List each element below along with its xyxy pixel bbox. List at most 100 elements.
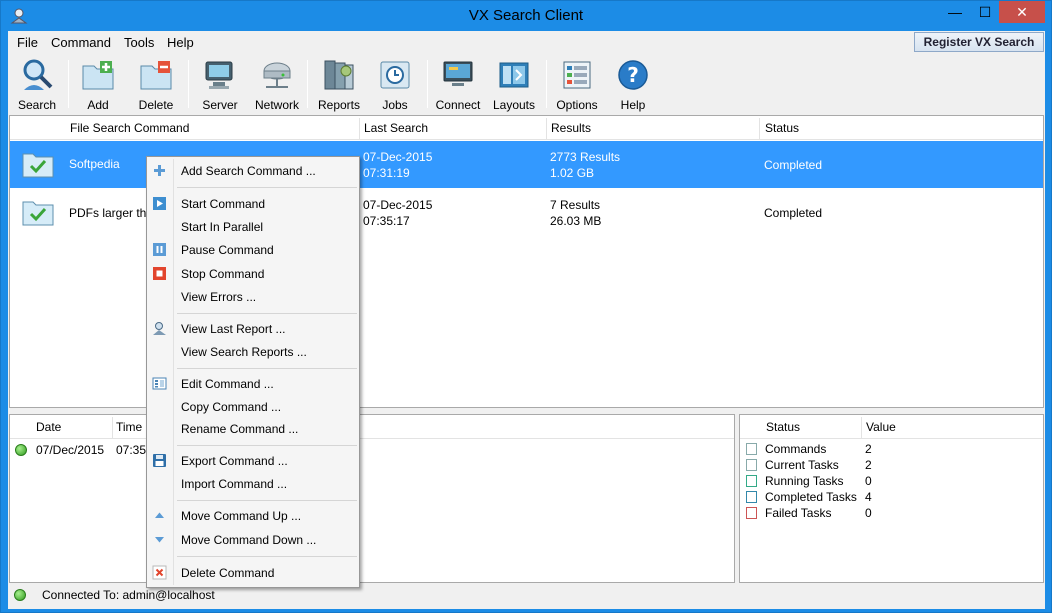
toolbar-add-button[interactable]: Add: [70, 56, 126, 112]
column-header-date[interactable]: Date: [36, 415, 61, 439]
network-icon: [263, 62, 291, 88]
column-header-value[interactable]: Value: [866, 415, 896, 439]
stat-row: Running Tasks 0: [740, 473, 1043, 489]
column-divider[interactable]: [359, 118, 360, 140]
toolbar-server-button[interactable]: Server: [192, 56, 248, 112]
column-divider[interactable]: [861, 417, 862, 439]
layouts-icon: [499, 62, 529, 88]
stat-label: Running Tasks: [765, 474, 844, 488]
status-bar: Connected To: admin@localhost: [8, 585, 1045, 607]
toolbar-separator: [188, 60, 189, 108]
commands-icon: [746, 443, 757, 455]
title-bar[interactable]: VX Search Client — ☐ ✕: [1, 1, 1051, 31]
results-size: 1.02 GB: [550, 166, 595, 180]
menu-item-view-last-report[interactable]: View Last Report ...: [147, 318, 359, 340]
menu-file[interactable]: File: [17, 35, 38, 50]
column-divider[interactable]: [112, 417, 113, 439]
toolbar-add-label: Add: [87, 98, 109, 112]
stat-row: Current Tasks 2: [740, 457, 1043, 473]
menu-item-move-command-down[interactable]: Move Command Down ...: [147, 529, 359, 551]
column-header-results[interactable]: Results: [551, 116, 591, 140]
menu-item-label: View Errors ...: [181, 290, 257, 304]
search-icon: [23, 59, 53, 90]
menu-command[interactable]: Command: [51, 35, 111, 50]
stop-icon: [153, 267, 166, 280]
menu-item-rename-command[interactable]: Rename Command ...: [147, 418, 359, 440]
maximize-button[interactable]: ☐: [971, 1, 999, 23]
column-header-time[interactable]: Time: [116, 415, 142, 439]
menu-item-move-command-up[interactable]: Move Command Up ...: [147, 505, 359, 527]
menu-item-add-search-command[interactable]: Add Search Command ...: [147, 160, 359, 182]
folder-check-icon: [22, 201, 54, 226]
menu-separator: [177, 556, 357, 557]
toolbar-connect-button[interactable]: Connect: [430, 56, 486, 112]
menu-item-label: View Search Reports ...: [181, 345, 307, 359]
toolbar-separator: [307, 60, 308, 108]
play-icon: [153, 197, 166, 210]
pause-icon: [153, 243, 166, 256]
running-tasks-icon: [746, 475, 757, 487]
failed-tasks-icon: [746, 507, 757, 519]
column-header-command[interactable]: File Search Command: [70, 116, 189, 140]
command-status: Completed: [764, 206, 823, 220]
register-button[interactable]: Register VX Search: [914, 32, 1044, 52]
current-tasks-icon: [746, 459, 757, 471]
toolbar-jobs-button[interactable]: Jobs: [367, 56, 423, 112]
edit-icon: [152, 377, 167, 390]
results-count: 2773 Results: [550, 150, 621, 164]
log-row[interactable]: 07/Dec/2015 07:35:: [10, 440, 734, 460]
last-search-time: 07:35:17: [363, 214, 410, 228]
column-header-status[interactable]: Status: [765, 116, 799, 140]
menu-item-import-command[interactable]: Import Command ...: [147, 473, 359, 495]
menu-item-delete-command[interactable]: Delete Command: [147, 562, 359, 584]
toolbar-delete-button[interactable]: Delete: [128, 56, 184, 112]
delete-folder-icon: [140, 61, 172, 90]
column-header-status[interactable]: Status: [766, 415, 800, 439]
menu-item-label: Move Command Up ...: [181, 509, 302, 523]
app-window: VX Search Client — ☐ ✕ File Command Tool…: [0, 0, 1052, 613]
minimize-button[interactable]: —: [941, 1, 969, 23]
toolbar-separator: [68, 60, 69, 108]
column-divider[interactable]: [759, 118, 760, 140]
status-ok-icon: [15, 444, 27, 456]
toolbar-search-label: Search: [17, 98, 57, 112]
connection-status-icon: [14, 589, 26, 601]
toolbar-network-button[interactable]: Network: [249, 56, 305, 112]
menu-tools[interactable]: Tools: [124, 35, 154, 50]
close-button[interactable]: ✕: [999, 1, 1045, 23]
toolbar-layouts-button[interactable]: Layouts: [486, 56, 542, 112]
results-count: 7 Results: [550, 198, 601, 212]
jobs-icon: [380, 61, 410, 89]
stat-row: Completed Tasks 4: [740, 489, 1043, 505]
arrow-down-icon: [155, 537, 164, 543]
toolbar-help-label: Help: [620, 98, 646, 112]
column-divider[interactable]: [546, 118, 547, 140]
toolbar-options-button[interactable]: Options: [549, 56, 605, 112]
menu-item-export-command[interactable]: Export Command ...: [147, 450, 359, 472]
reports-icon: [324, 60, 354, 90]
stat-value: 0: [865, 474, 872, 488]
log-date: 07/Dec/2015: [36, 443, 105, 457]
menu-item-label: Edit Command ...: [181, 377, 274, 391]
menu-item-label: Start In Parallel: [181, 220, 264, 234]
column-header-last-search[interactable]: Last Search: [364, 116, 428, 140]
menu-item-pause-command[interactable]: Pause Command: [147, 239, 359, 261]
folder-check-icon: [22, 153, 54, 178]
menu-item-start-command[interactable]: Start Command: [147, 193, 359, 215]
menu-item-copy-command[interactable]: Copy Command ...: [147, 396, 359, 418]
menu-item-label: Pause Command: [181, 243, 274, 257]
menu-item-label: Add Search Command ...: [181, 164, 316, 178]
menu-item-view-search-reports[interactable]: View Search Reports ...: [147, 341, 359, 363]
toolbar-reports-button[interactable]: Reports: [311, 56, 367, 112]
stat-value: 0: [865, 506, 872, 520]
toolbar-search-button[interactable]: Search: [9, 56, 65, 112]
menu-item-start-in-parallel[interactable]: Start In Parallel: [147, 216, 359, 238]
toolbar-help-button[interactable]: ? Help: [605, 56, 661, 112]
last-search-time: 07:31:19: [363, 166, 410, 180]
menu-item-view-errors[interactable]: View Errors ...: [147, 286, 359, 308]
menu-help[interactable]: Help: [167, 35, 194, 50]
menu-item-stop-command[interactable]: Stop Command: [147, 263, 359, 285]
toolbar-separator: [546, 60, 547, 108]
stat-label: Failed Tasks: [765, 506, 832, 520]
menu-item-edit-command[interactable]: Edit Command ...: [147, 373, 359, 395]
